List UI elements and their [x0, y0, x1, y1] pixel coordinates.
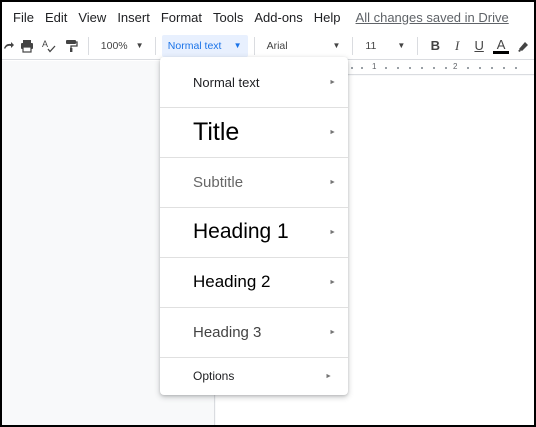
toolbar-divider	[154, 36, 156, 55]
toolbar-divider	[352, 36, 354, 55]
spellcheck-icon[interactable]: A	[38, 35, 60, 57]
toolbar-divider	[417, 36, 419, 55]
ruler-tick	[433, 67, 435, 69]
ruler-tick	[467, 67, 469, 69]
style-option-normal-text[interactable]: Normal text ►	[160, 57, 348, 107]
submenu-arrow-icon: ►	[329, 278, 336, 286]
ruler-tick	[351, 67, 353, 69]
text-color-icon[interactable]: A	[490, 35, 512, 57]
svg-text:A: A	[42, 39, 48, 49]
ruler-tick	[361, 67, 363, 69]
menu-addons[interactable]: Add-ons	[254, 10, 302, 25]
zoom-select[interactable]: 100% ▼	[95, 35, 149, 57]
toolbar: A 100% ▼ Normal text ▼ Arial ▼ 11 ▼ B I …	[2, 32, 534, 60]
menu-view[interactable]: View	[78, 10, 106, 25]
menu-edit[interactable]: Edit	[45, 10, 67, 25]
ruler-tick	[409, 67, 411, 69]
style-option-heading-3[interactable]: Heading 3 ►	[160, 307, 348, 357]
style-option-label: Options	[193, 369, 235, 383]
style-option-heading-2[interactable]: Heading 2 ►	[160, 257, 348, 307]
toolbar-divider	[87, 36, 89, 55]
redo-icon[interactable]	[2, 35, 16, 57]
paint-format-icon[interactable]	[60, 35, 82, 57]
paragraph-style-value: Normal text	[167, 39, 222, 52]
menu-bar: File Edit View Insert Format Tools Add-o…	[2, 2, 534, 32]
chevron-down-icon: ▼	[233, 41, 242, 50]
chevron-down-icon: ▼	[397, 41, 406, 50]
highlight-icon[interactable]	[512, 35, 534, 57]
paragraph-style-menu: Normal text ► Title ► Subtitle ► Heading…	[160, 57, 348, 395]
font-value: Arial	[266, 39, 288, 52]
menu-tools[interactable]: Tools	[213, 10, 243, 25]
style-option-options[interactable]: Options ►	[160, 357, 348, 395]
font-select[interactable]: Arial ▼	[261, 35, 347, 57]
ruler-tick	[491, 67, 493, 69]
italic-icon[interactable]: I	[446, 35, 468, 57]
style-option-heading-1[interactable]: Heading 1 ►	[160, 207, 348, 257]
horizontal-ruler[interactable]: 1 2	[347, 61, 534, 75]
font-size-select[interactable]: 11 ▼	[359, 35, 411, 57]
ruler-tick	[385, 67, 387, 69]
style-option-label: Subtitle	[193, 173, 244, 191]
submenu-arrow-icon: ►	[329, 178, 336, 186]
underline-icon[interactable]: U	[468, 35, 490, 57]
ruler-tick	[515, 67, 517, 69]
font-size-value: 11	[365, 39, 377, 52]
menu-file[interactable]: File	[13, 10, 34, 25]
style-option-title[interactable]: Title ►	[160, 107, 348, 157]
ruler-tick	[479, 67, 481, 69]
ruler-tick	[503, 67, 505, 69]
style-option-label: Heading 1	[193, 220, 289, 243]
app-window: File Edit View Insert Format Tools Add-o…	[0, 0, 536, 427]
bold-icon[interactable]: B	[424, 35, 446, 57]
style-option-label: Heading 2	[193, 272, 271, 291]
style-option-subtitle[interactable]: Subtitle ►	[160, 157, 348, 207]
menu-insert[interactable]: Insert	[117, 10, 150, 25]
menu-help[interactable]: Help	[314, 10, 341, 25]
submenu-arrow-icon: ►	[329, 228, 336, 236]
chevron-down-icon: ▼	[135, 41, 144, 50]
style-option-label: Title	[193, 117, 240, 146]
text-color-swatch	[493, 50, 510, 54]
submenu-arrow-icon: ►	[325, 372, 332, 380]
ruler-mark: 1	[372, 62, 377, 71]
paragraph-style-select[interactable]: Normal text ▼	[161, 34, 248, 57]
ruler-mark: 2	[453, 62, 458, 71]
submenu-arrow-icon: ►	[329, 328, 336, 336]
zoom-value: 100%	[100, 39, 128, 52]
ruler-tick	[397, 67, 399, 69]
submenu-arrow-icon: ►	[329, 128, 336, 136]
submenu-arrow-icon: ►	[329, 78, 336, 86]
menu-format[interactable]: Format	[161, 10, 202, 25]
save-status-link[interactable]: All changes saved in Drive	[356, 10, 509, 25]
chevron-down-icon: ▼	[332, 41, 341, 50]
ruler-tick	[445, 67, 447, 69]
toolbar-divider	[253, 36, 255, 55]
ruler-tick	[421, 67, 423, 69]
style-option-label: Heading 3	[193, 323, 262, 341]
print-icon[interactable]	[16, 35, 38, 57]
style-option-label: Normal text	[193, 74, 260, 90]
